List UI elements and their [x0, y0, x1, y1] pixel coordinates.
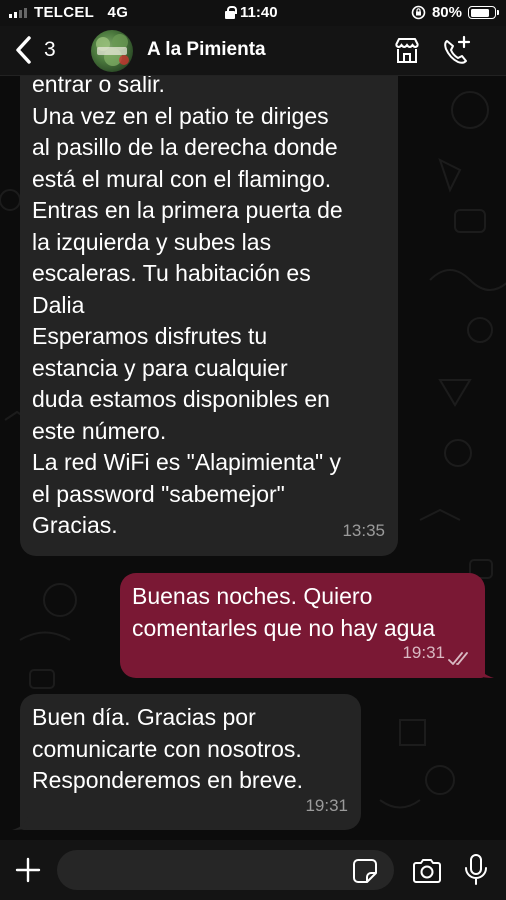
- carrier-name: TELCEL: [34, 4, 95, 21]
- message-line: al pasillo de la derecha donde: [32, 134, 338, 160]
- store-icon[interactable]: [391, 35, 423, 67]
- bubble-tail: [12, 816, 28, 830]
- battery-icon: [468, 6, 499, 19]
- chat-header: 3 A la Pimienta: [0, 26, 506, 76]
- message-line: el password "sabemejor": [32, 480, 285, 507]
- avatar[interactable]: [91, 30, 133, 72]
- status-clock: 11:40: [225, 4, 278, 21]
- message-line: Buenas noches. Quiero: [132, 583, 373, 609]
- signal-strength-icon: [9, 8, 27, 18]
- contact-name[interactable]: A la Pimienta: [147, 39, 266, 61]
- plus-icon[interactable]: [14, 856, 42, 884]
- rotation-lock-icon: [411, 5, 426, 20]
- message-line: Dalia: [32, 291, 85, 318]
- message-line: estancia y para cualquier: [32, 354, 288, 381]
- message-text: entrar o salir. Una vez en el patio te d…: [32, 69, 392, 542]
- battery-percent: 80%: [431, 4, 462, 21]
- message-line: la izquierda y subes las: [32, 228, 272, 255]
- message-time: 13:35: [342, 520, 385, 540]
- camera-icon[interactable]: [411, 857, 443, 885]
- message-line: La red WiFi es "Alapimienta" y: [32, 449, 342, 475]
- unread-count: 3: [44, 38, 56, 61]
- sticker-icon[interactable]: [352, 858, 378, 884]
- message-composer: [0, 840, 506, 900]
- microphone-icon[interactable]: [463, 853, 489, 887]
- chevron-left-icon: [16, 36, 31, 64]
- message-line: Buen día. Gracias por: [32, 704, 256, 730]
- phone-plus-icon[interactable]: [440, 35, 472, 67]
- message-outgoing[interactable]: Buenas noches. Quiero comentarles que no…: [120, 573, 485, 678]
- message-line: Una vez en el patio te diriges: [32, 102, 329, 129]
- message-line: Gracias.: [32, 512, 118, 538]
- message-text: Buenas noches. Quiero comentarles que no…: [132, 581, 482, 644]
- message-line: comunicarte con nosotros.: [32, 735, 302, 762]
- message-time: 19:31: [305, 795, 348, 815]
- message-line: este número.: [32, 417, 167, 444]
- message-incoming[interactable]: Buen día. Gracias por comunicarte con no…: [20, 694, 361, 830]
- network-type: 4G: [107, 4, 129, 21]
- message-time: 19:31: [402, 642, 445, 662]
- status-time: 11:40: [240, 4, 278, 21]
- message-input[interactable]: [57, 850, 394, 890]
- message-line: Esperamos disfrutes tu: [32, 323, 268, 349]
- message-line: Entras en la primera puerta de: [32, 197, 343, 223]
- message-text: Buen día. Gracias por comunicarte con no…: [32, 702, 362, 797]
- back-button[interactable]: 3: [14, 34, 56, 66]
- bubble-tail: [478, 664, 494, 678]
- status-bar: TELCEL 4G 11:40 80%: [0, 0, 506, 26]
- message-incoming[interactable]: entrar o salir. Una vez en el patio te d…: [20, 60, 398, 556]
- carrier-label: TELCEL 4G: [34, 4, 128, 21]
- status-right: 80%: [411, 4, 499, 21]
- battery-fill: [470, 8, 489, 17]
- message-line: escaleras. Tu habitación es: [32, 260, 311, 286]
- message-line: está el mural con el flamingo.: [32, 165, 332, 192]
- message-line: duda estamos disponibles en: [32, 386, 330, 412]
- orientation-lock-icon: [225, 6, 237, 19]
- double-check-icon: [448, 652, 468, 665]
